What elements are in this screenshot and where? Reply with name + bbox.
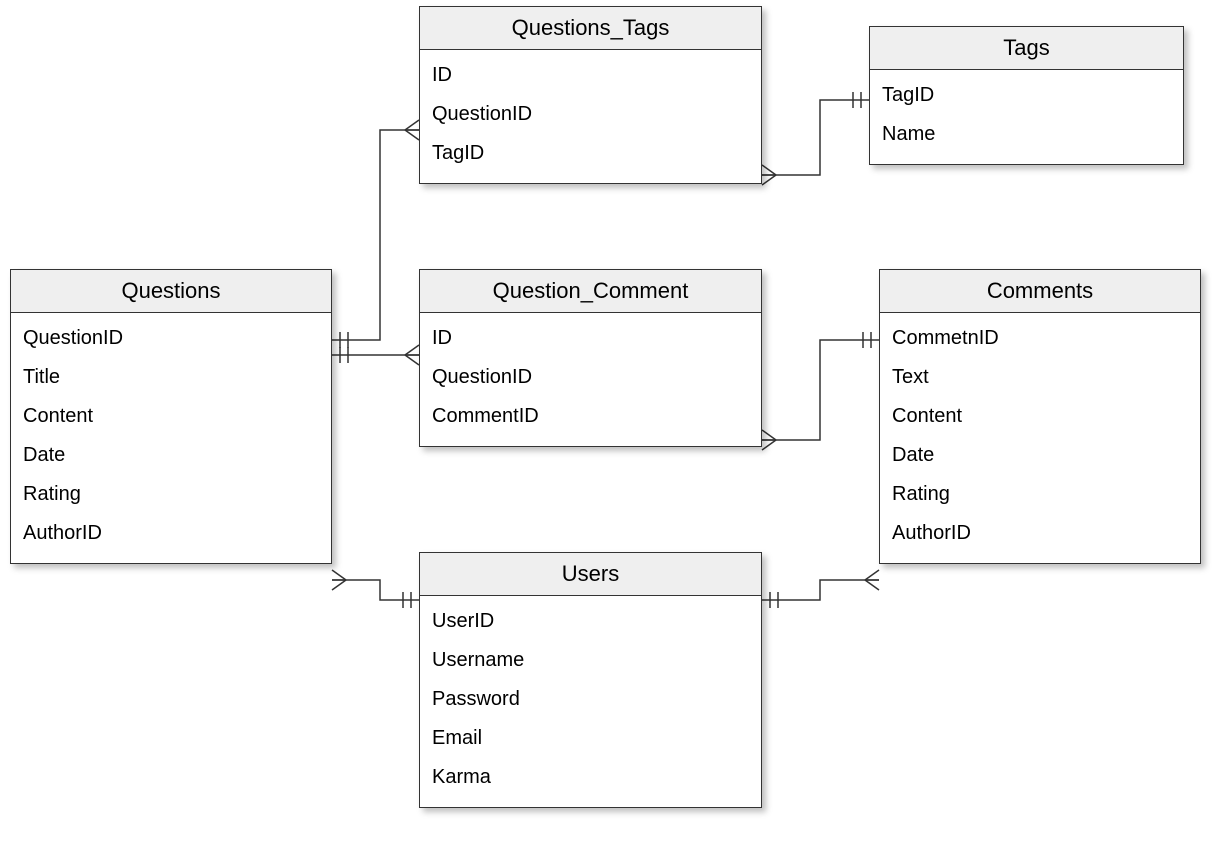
field: Content xyxy=(21,397,321,436)
field: Rating xyxy=(890,475,1190,514)
entity-questions: Questions QuestionID Title Content Date … xyxy=(10,269,332,564)
entity-title: Users xyxy=(420,553,761,596)
entity-comments: Comments CommetnID Text Content Date Rat… xyxy=(879,269,1201,564)
field: ID xyxy=(430,319,751,358)
entity-fields: ID QuestionID TagID xyxy=(420,50,761,183)
field: Content xyxy=(890,397,1190,436)
entity-title: Tags xyxy=(870,27,1183,70)
field: QuestionID xyxy=(430,358,751,397)
field: Name xyxy=(880,115,1173,154)
field: UserID xyxy=(430,602,751,641)
field: QuestionID xyxy=(430,95,751,134)
field: Password xyxy=(430,680,751,719)
field: Date xyxy=(890,436,1190,475)
field: TagID xyxy=(880,76,1173,115)
field: TagID xyxy=(430,134,751,173)
field: CommentID xyxy=(430,397,751,436)
field: CommetnID xyxy=(890,319,1190,358)
entity-fields: CommetnID Text Content Date Rating Autho… xyxy=(880,313,1200,563)
entity-title: Questions xyxy=(11,270,331,313)
field: AuthorID xyxy=(21,514,321,553)
entity-fields: ID QuestionID CommentID xyxy=(420,313,761,446)
entity-questions-tags: Questions_Tags ID QuestionID TagID xyxy=(419,6,762,184)
field: Title xyxy=(21,358,321,397)
entity-fields: TagID Name xyxy=(870,70,1183,164)
field: Karma xyxy=(430,758,751,797)
field: Text xyxy=(890,358,1190,397)
field: QuestionID xyxy=(21,319,321,358)
entity-question-comment: Question_Comment ID QuestionID CommentID xyxy=(419,269,762,447)
entity-users: Users UserID Username Password Email Kar… xyxy=(419,552,762,808)
entity-fields: QuestionID Title Content Date Rating Aut… xyxy=(11,313,331,563)
entity-title: Question_Comment xyxy=(420,270,761,313)
field: Rating xyxy=(21,475,321,514)
field: ID xyxy=(430,56,751,95)
entity-fields: UserID Username Password Email Karma xyxy=(420,596,761,807)
er-diagram-canvas: Questions_Tags ID QuestionID TagID Tags … xyxy=(0,0,1226,862)
entity-title: Comments xyxy=(880,270,1200,313)
field: Date xyxy=(21,436,321,475)
field: AuthorID xyxy=(890,514,1190,553)
entity-tags: Tags TagID Name xyxy=(869,26,1184,165)
field: Email xyxy=(430,719,751,758)
field: Username xyxy=(430,641,751,680)
entity-title: Questions_Tags xyxy=(420,7,761,50)
